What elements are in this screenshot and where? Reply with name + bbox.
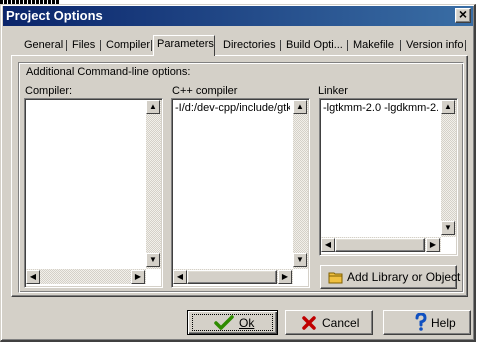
linker-label: Linker (318, 85, 348, 97)
cpp-vscroll-track[interactable] (293, 100, 308, 269)
compiler-label: Compiler: (25, 85, 73, 97)
tab-label: Parameters (157, 38, 214, 50)
tab-label: Build Opti... (286, 39, 343, 51)
compiler-scroll-down-button[interactable]: ▼ (146, 253, 160, 267)
compiler-scroll-left-button[interactable]: ◀ (26, 270, 40, 284)
linker-scroll-right-button[interactable]: ▶ (426, 238, 440, 252)
tab-parameters[interactable]: Parameters (153, 35, 215, 56)
linker-scroll-thumb[interactable] (335, 238, 425, 252)
tab-divider (280, 40, 281, 51)
question-icon (415, 313, 427, 331)
tab-divider (400, 40, 401, 51)
compiler-vscroll-track[interactable] (146, 100, 161, 269)
linker-scroll-up-button[interactable]: ▲ (441, 100, 455, 114)
help-label: Help (431, 316, 456, 330)
compiler-scroll-right-button[interactable]: ▶ (131, 270, 145, 284)
tab-divider (465, 40, 466, 51)
tab-directories[interactable]: Directories (220, 37, 279, 54)
options-heading: Additional Command-line options: (26, 66, 191, 78)
checkmark-icon (214, 315, 234, 330)
ok-button[interactable]: Ok (187, 310, 278, 335)
cancel-button[interactable]: Cancel (285, 310, 373, 335)
linker-vscroll-track[interactable] (441, 100, 456, 237)
tab-label: Compiler (106, 39, 151, 51)
tab-label: General (24, 39, 64, 51)
linker-scroll-left-button[interactable]: ◀ (321, 238, 335, 252)
cancel-label: Cancel (322, 316, 360, 330)
help-button[interactable]: Help (383, 310, 471, 335)
tab-version-info[interactable]: Version info (403, 37, 466, 54)
tab-divider (347, 40, 348, 51)
tab-label: Files (72, 39, 96, 51)
tab-divider (151, 40, 152, 51)
tab-label: Directories (223, 39, 276, 51)
tab-makefile[interactable]: Makefile (350, 37, 397, 54)
cpp-compiler-label: C++ compiler (172, 85, 238, 97)
cpp-scroll-down-button[interactable]: ▼ (293, 253, 307, 267)
cpp-compiler-textarea[interactable]: -I/d:/dev-cpp/include/gtk (171, 98, 310, 288)
tab-divider (66, 40, 67, 51)
x-icon (302, 316, 316, 330)
ok-label: Ok (239, 316, 255, 330)
cpp-compiler-text: -I/d:/dev-cpp/include/gtk (175, 102, 290, 114)
close-icon: × (458, 6, 468, 22)
linker-scroll-down-button[interactable]: ▼ (441, 221, 455, 235)
compiler-textarea[interactable] (24, 98, 163, 288)
cpp-scroll-up-button[interactable]: ▲ (293, 100, 307, 114)
tab-compiler[interactable]: Compiler (103, 37, 153, 54)
tab-general[interactable]: General (21, 37, 66, 54)
tab-build-options[interactable]: Build Opti... (283, 37, 346, 54)
cpp-scroll-right-button[interactable]: ▶ (278, 270, 292, 284)
tab-label: Makefile (353, 39, 394, 51)
cpp-scroll-left-button[interactable]: ◀ (173, 270, 187, 284)
compiler-scroll-up-button[interactable]: ▲ (146, 100, 160, 114)
add-library-button[interactable]: Add Library or Object (320, 265, 461, 289)
add-library-label: Add Library or Object (347, 270, 461, 284)
compiler-hscroll-track[interactable] (26, 269, 146, 284)
folder-icon (328, 272, 343, 284)
linker-textarea[interactable]: -lgtkmm-2.0 -lgdkmm-2.0 (319, 98, 458, 256)
window-title: Project Options (6, 8, 103, 23)
tab-divider (100, 40, 101, 51)
tab-label: Version info (406, 39, 464, 51)
linker-text: -lgtkmm-2.0 -lgdkmm-2.0 (323, 102, 438, 114)
tab-files[interactable]: Files (69, 37, 98, 54)
cpp-scroll-thumb[interactable] (187, 270, 277, 284)
